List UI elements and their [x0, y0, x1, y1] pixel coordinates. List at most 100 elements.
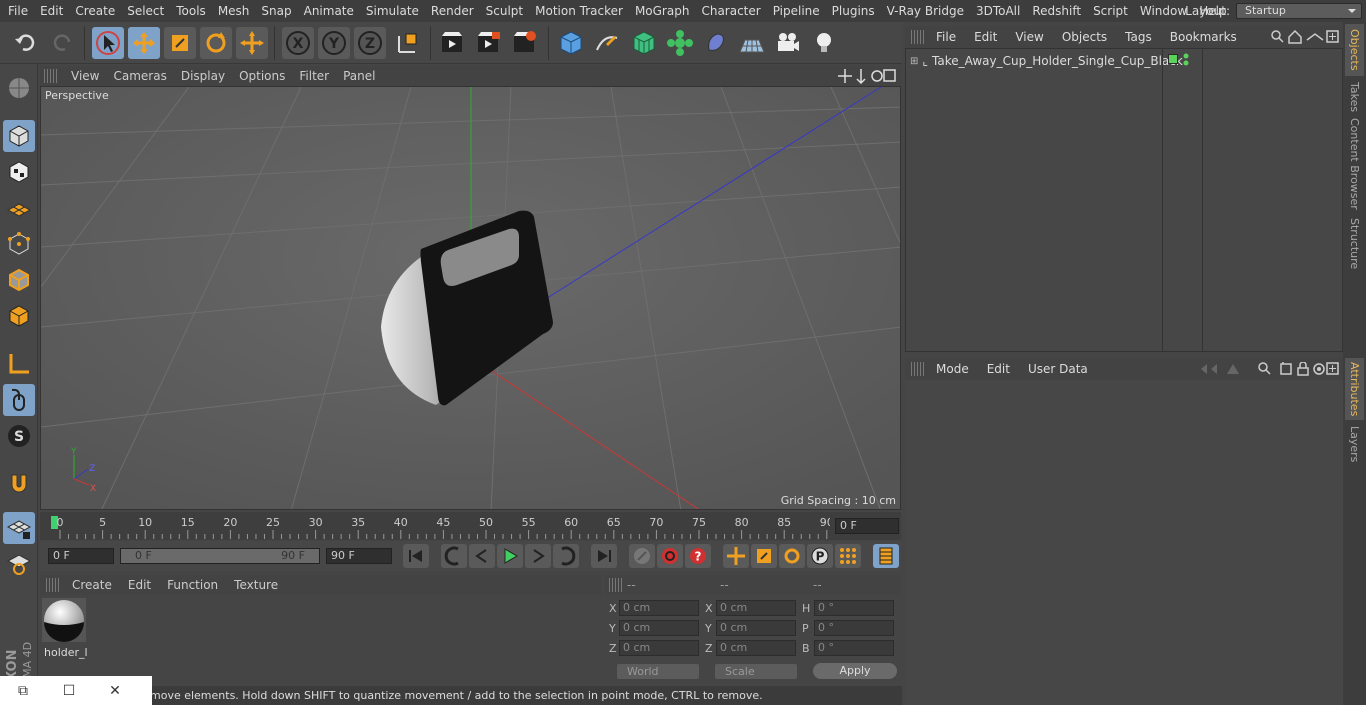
tab-objects[interactable]: Objects: [1345, 24, 1364, 76]
go-to-end-icon[interactable]: [591, 544, 617, 568]
material-menu-create[interactable]: Create: [64, 578, 120, 592]
model-mode-icon[interactable]: [3, 120, 35, 152]
key-position-icon[interactable]: [723, 544, 749, 568]
rot-p-field[interactable]: 0 °: [814, 620, 894, 636]
rot-h-field[interactable]: 0 °: [814, 600, 894, 616]
size-x-field[interactable]: 0 cm: [716, 600, 796, 616]
viewport-menu-cameras[interactable]: Cameras: [106, 69, 173, 83]
viewport-menu-filter[interactable]: Filter: [292, 69, 336, 83]
menu-create[interactable]: Create: [69, 0, 121, 22]
menu-mograph[interactable]: MoGraph: [629, 0, 696, 22]
cube-primitive-icon[interactable]: [555, 27, 587, 59]
object-menu-edit[interactable]: Edit: [965, 30, 1006, 44]
menu-tools[interactable]: Tools: [170, 0, 212, 22]
deformer-icon[interactable]: [700, 27, 732, 59]
menu-render[interactable]: Render: [425, 0, 480, 22]
previous-frame-icon[interactable]: [469, 544, 495, 568]
attribute-menu-mode[interactable]: Mode: [927, 362, 978, 376]
previous-key-icon[interactable]: [441, 544, 467, 568]
restore-window-icon[interactable]: ⧉: [0, 683, 46, 699]
magnet-snap-icon[interactable]: [3, 468, 35, 500]
viewport-perspective[interactable]: Y Z X Perspective Grid Spacing : 10 cm: [40, 86, 901, 510]
tab-takes[interactable]: Takes: [1345, 80, 1364, 114]
attribute-menu-user-data[interactable]: User Data: [1019, 362, 1097, 376]
record-icon[interactable]: [657, 544, 683, 568]
menu-character[interactable]: Character: [695, 0, 766, 22]
layout-dropdown[interactable]: Startup: [1236, 3, 1362, 19]
layer-color-swatch[interactable]: [1168, 54, 1178, 64]
menu-pipeline[interactable]: Pipeline: [767, 0, 826, 22]
scale-icon[interactable]: [164, 27, 196, 59]
object-menu-bookmarks[interactable]: Bookmarks: [1161, 30, 1246, 44]
key-parameter-icon[interactable]: P: [807, 544, 833, 568]
menu-animate[interactable]: Animate: [298, 0, 360, 22]
maximize-window-icon[interactable]: ☐: [46, 683, 92, 699]
tab-layers[interactable]: Layers: [1345, 424, 1364, 464]
rotate-icon[interactable]: [200, 27, 232, 59]
pos-x-field[interactable]: 0 cm: [619, 600, 699, 616]
y-axis-icon[interactable]: Y: [318, 27, 350, 59]
auto-keying-icon[interactable]: ?: [685, 544, 711, 568]
expand-icon[interactable]: ⊞: [910, 56, 918, 67]
viewport-menu-view[interactable]: View: [64, 69, 106, 83]
panel-grip-icon[interactable]: [46, 578, 60, 592]
viewport-nav-icons[interactable]: [837, 68, 897, 84]
size-z-field[interactable]: 0 cm: [716, 640, 796, 656]
recent-tool-icon[interactable]: [236, 27, 268, 59]
size-y-field[interactable]: 0 cm: [716, 620, 796, 636]
object-row[interactable]: ⊞ ⌞ Take_Away_Cup_Holder_Single_Cup_Blac…: [906, 52, 1183, 70]
pen-spline-icon[interactable]: [591, 27, 623, 59]
render-picture-viewer-icon[interactable]: [472, 27, 504, 59]
menu-select[interactable]: Select: [121, 0, 170, 22]
object-menu-tags[interactable]: Tags: [1116, 30, 1161, 44]
end-frame-field[interactable]: 90 F: [326, 548, 392, 564]
menu-vray-bridge[interactable]: V-Ray Bridge: [881, 0, 970, 22]
timeline-window-icon[interactable]: [873, 544, 899, 568]
viewport-menu-panel[interactable]: Panel: [336, 69, 382, 83]
menu-3dtoall[interactable]: 3DToAll: [970, 0, 1026, 22]
close-window-icon[interactable]: ✕: [92, 683, 138, 699]
z-axis-icon[interactable]: Z: [354, 27, 386, 59]
next-key-icon[interactable]: [553, 544, 579, 568]
menu-plugins[interactable]: Plugins: [826, 0, 881, 22]
panel-grip-icon[interactable]: [44, 69, 58, 83]
material-menu-texture[interactable]: Texture: [226, 578, 286, 592]
x-axis-icon[interactable]: X: [282, 27, 314, 59]
size-mode-dropdown[interactable]: Scale: [715, 664, 797, 679]
edges-mode-icon[interactable]: [3, 264, 35, 296]
tweak-mode-icon[interactable]: [3, 384, 35, 416]
menu-redshift[interactable]: Redshift: [1026, 0, 1087, 22]
tab-attributes[interactable]: Attributes: [1345, 358, 1364, 420]
cloner-mograph-icon[interactable]: [664, 27, 696, 59]
move-icon[interactable]: [128, 27, 160, 59]
viewport-menu-options[interactable]: Options: [232, 69, 292, 83]
menu-edit[interactable]: Edit: [34, 0, 69, 22]
record-keys-disabled-icon[interactable]: [629, 544, 655, 568]
menu-script[interactable]: Script: [1087, 0, 1134, 22]
attribute-manager-nav-icons[interactable]: [1199, 362, 1339, 376]
menu-mesh[interactable]: Mesh: [212, 0, 256, 22]
coordinate-system-icon[interactable]: [392, 27, 424, 59]
timeline-ruler[interactable]: 0 5 10 15 20 25 30 35 40 45 50 55 60 65 70 75 80 85 90 0 F: [40, 512, 901, 540]
panel-grip-icon[interactable]: [609, 578, 623, 592]
locked-workplane-icon[interactable]: [3, 512, 35, 544]
live-select-icon[interactable]: [92, 27, 124, 59]
panel-grip-icon[interactable]: [911, 362, 925, 376]
make-editable-icon[interactable]: [3, 72, 35, 104]
panel-grip-icon[interactable]: [911, 30, 925, 44]
axis-mode-icon[interactable]: [3, 348, 35, 380]
render-settings-icon[interactable]: [508, 27, 540, 59]
snapping-icon[interactable]: S: [3, 420, 35, 452]
play-icon[interactable]: [497, 544, 523, 568]
render-view-icon[interactable]: [436, 27, 468, 59]
rot-b-field[interactable]: 0 °: [814, 640, 894, 656]
object-manager-nav-icons[interactable]: [1271, 30, 1339, 44]
points-mode-icon[interactable]: [3, 228, 35, 260]
material-menu-edit[interactable]: Edit: [120, 578, 159, 592]
tab-content-browser[interactable]: Content Browser: [1345, 118, 1364, 210]
object-menu-objects[interactable]: Objects: [1053, 30, 1116, 44]
pos-y-field[interactable]: 0 cm: [619, 620, 699, 636]
viewport-menu-display[interactable]: Display: [174, 69, 232, 83]
menu-simulate[interactable]: Simulate: [360, 0, 425, 22]
texture-mode-icon[interactable]: [3, 156, 35, 188]
